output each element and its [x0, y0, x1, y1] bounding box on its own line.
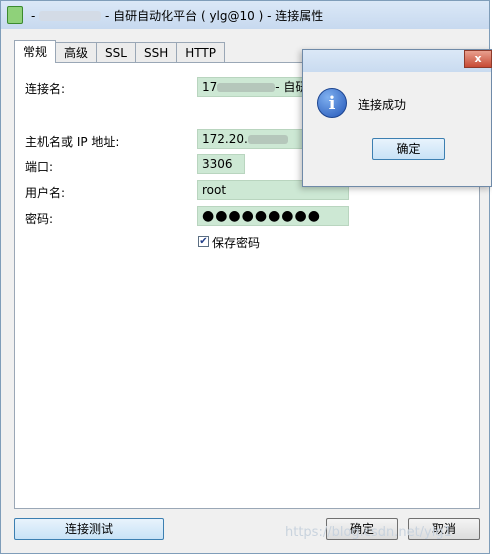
connection-name-prefix: 17 [202, 80, 218, 94]
redacted-text [217, 83, 276, 92]
tab-general[interactable]: 常规 [14, 40, 57, 63]
tab-ssl[interactable]: SSL [96, 42, 136, 63]
port-input[interactable]: 3306 [197, 154, 245, 174]
watermark: https://blog.csdn.net/ylg1 [285, 525, 452, 540]
title-prefix: - [31, 8, 36, 23]
dialog-ok-button[interactable]: 确定 [372, 138, 445, 160]
navicat-app-icon [7, 6, 23, 24]
connection-success-dialog: x i 连接成功 确定 [302, 49, 492, 187]
port-label: 端口: [25, 160, 54, 174]
test-connection-button[interactable]: 连接测试 [14, 518, 164, 540]
dialog-message: 连接成功 [358, 98, 407, 112]
title-suffix: - 自研自动化平台 ( ylg@10 ) - 连接属性 [105, 8, 324, 23]
host-value: 172.20. [202, 132, 248, 146]
window-title: - - 自研自动化平台 ( ylg@10 ) - 连接属性 [31, 7, 323, 24]
host-label: 主机名或 IP 地址: [25, 135, 120, 149]
username-label: 用户名: [25, 186, 66, 200]
close-icon[interactable]: x [464, 50, 492, 68]
tab-ssh[interactable]: SSH [134, 42, 178, 63]
tab-http[interactable]: HTTP [176, 42, 225, 63]
redacted-text [247, 135, 288, 144]
dialog-title-bar: x [303, 50, 492, 72]
save-password-checkbox[interactable]: ✔ [198, 236, 209, 247]
password-label: 密码: [25, 212, 54, 226]
tab-strip: 常规 高级 SSL SSH HTTP [14, 40, 225, 63]
info-icon: i [317, 88, 347, 118]
title-bar: - - 自研自动化平台 ( ylg@10 ) - 连接属性 [1, 1, 489, 29]
tab-advanced[interactable]: 高级 [55, 42, 98, 63]
redacted-text [39, 11, 102, 21]
save-password-label: 保存密码 [212, 236, 261, 250]
connection-name-label: 连接名: [25, 82, 66, 96]
password-input[interactable]: ●●●●●●●●● [197, 206, 349, 226]
